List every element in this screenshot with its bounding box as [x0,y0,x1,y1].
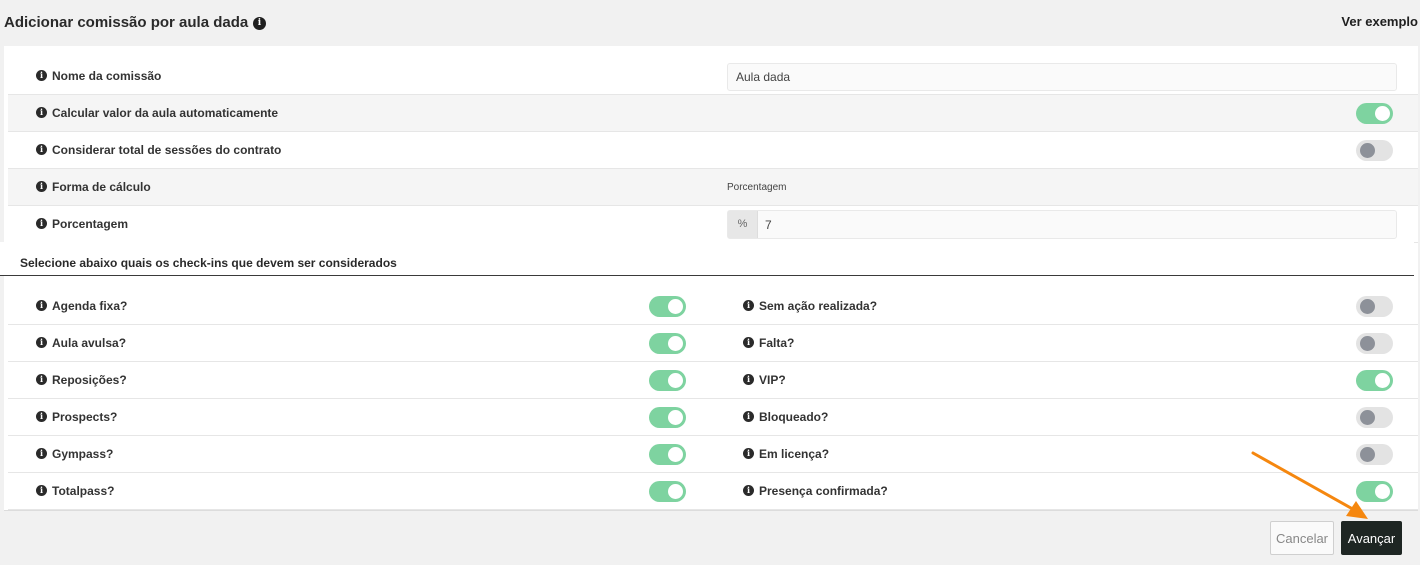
info-icon[interactable]: i [36,181,47,192]
info-icon[interactable]: i [743,337,754,348]
aula-avulsa-toggle[interactable] [649,333,686,354]
sem-acao-toggle[interactable] [1356,296,1393,317]
toggle-knob [1375,106,1390,121]
reposicoes-toggle[interactable] [649,370,686,391]
toggle-knob [668,447,683,462]
checkin-label: Reposições? [52,373,127,387]
checkin-row: i Agenda fixa? i Sem ação realizada? [8,288,1418,325]
percentage-value: 7 [765,218,772,232]
percentage-row: i Porcentagem % 7 [8,206,1418,243]
percent-addon: % [728,211,758,238]
gympass-toggle[interactable] [649,444,686,465]
calc-form-row: i Forma de cálculo Porcentagem [8,169,1418,206]
info-icon[interactable]: i [36,70,47,81]
auto-calc-row: i Calcular valor da aula automaticamente [8,95,1418,132]
checkin-label: Totalpass? [52,484,115,498]
page-title: Adicionar comissão por aula dada [4,14,249,31]
info-icon[interactable]: i [743,411,754,422]
info-icon[interactable]: i [743,485,754,496]
auto-calc-toggle[interactable] [1356,103,1393,124]
info-icon[interactable]: i [36,107,47,118]
checkin-label: Agenda fixa? [52,299,128,313]
em-licenca-toggle[interactable] [1356,444,1393,465]
checkin-row: i Totalpass? i Presença confirmada? [8,473,1418,510]
checkin-label: Aula avulsa? [52,336,127,350]
checkin-label: Em licença? [759,447,830,461]
calc-form-label: Forma de cálculo [52,180,151,194]
info-icon[interactable]: i [743,374,754,385]
vip-toggle[interactable] [1356,370,1393,391]
bloqueado-toggle[interactable] [1356,407,1393,428]
checkin-label: Bloqueado? [759,410,829,424]
info-icon[interactable]: i [743,300,754,311]
commission-name-label: Nome da comissão [52,69,162,83]
info-icon[interactable]: i [36,374,47,385]
cancel-button[interactable]: Cancelar [1270,521,1334,555]
toggle-knob [1375,484,1390,499]
checkin-row: i Reposições? i VIP? [8,362,1418,399]
info-icon[interactable]: i [36,300,47,311]
toggle-knob [668,336,683,351]
contract-sessions-toggle[interactable] [1356,140,1393,161]
checkin-label: Sem ação realizada? [759,299,878,313]
toggle-knob [668,373,683,388]
info-icon[interactable]: i [36,144,47,155]
checkins-section-title: Selecione abaixo quais os check-ins que … [20,256,397,270]
prospects-toggle[interactable] [649,407,686,428]
presenca-confirmada-toggle[interactable] [1356,481,1393,502]
falta-toggle[interactable] [1356,333,1393,354]
commission-form: i Nome da comissão Aula dada i Calcular … [0,46,1418,565]
calc-form-value: Porcentagem [727,182,787,193]
toggle-knob [668,299,683,314]
see-example-link[interactable]: Ver exemplo [1341,14,1418,29]
info-icon[interactable]: i [36,448,47,459]
toggle-knob [668,410,683,425]
contract-sessions-row: i Considerar total de sessões do contrat… [8,132,1418,169]
checkin-row: i Aula avulsa? i Falta? [8,325,1418,362]
checkin-row: i Gympass? i Em licença? [8,436,1418,473]
toggle-knob [1375,373,1390,388]
commission-name-row: i Nome da comissão Aula dada [8,58,1418,95]
info-icon[interactable]: i [36,411,47,422]
checkin-label: Presença confirmada? [759,484,888,498]
info-icon[interactable]: i [36,337,47,348]
auto-calc-label: Calcular valor da aula automaticamente [52,106,279,120]
toggle-knob [1360,447,1375,462]
contract-sessions-label: Considerar total de sessões do contrato [52,143,282,157]
next-button[interactable]: Avançar [1341,521,1402,555]
info-icon[interactable]: i [743,448,754,459]
info-icon[interactable]: i [36,485,47,496]
info-icon[interactable]: i [253,17,266,30]
agenda-fixa-toggle[interactable] [649,296,686,317]
toggle-knob [1360,410,1375,425]
toggle-knob [1360,143,1375,158]
checkins-section-header: Selecione abaixo quais os check-ins que … [0,242,1414,276]
percentage-label: Porcentagem [52,217,129,231]
checkin-row: i Prospects? i Bloqueado? [8,399,1418,436]
info-icon[interactable]: i [36,218,47,229]
form-footer: Cancelar Avançar [4,510,1418,565]
totalpass-toggle[interactable] [649,481,686,502]
checkin-label: Gympass? [52,447,114,461]
toggle-knob [1360,336,1375,351]
checkin-label: Prospects? [52,410,118,424]
percentage-input[interactable]: % 7 [727,210,1397,239]
checkin-label: Falta? [759,336,795,350]
commission-name-input[interactable]: Aula dada [727,63,1397,91]
toggle-knob [1360,299,1375,314]
toggle-knob [668,484,683,499]
page-header: Adicionar comissão por aula dada i Ver e… [0,0,1420,46]
checkin-label: VIP? [759,373,786,387]
